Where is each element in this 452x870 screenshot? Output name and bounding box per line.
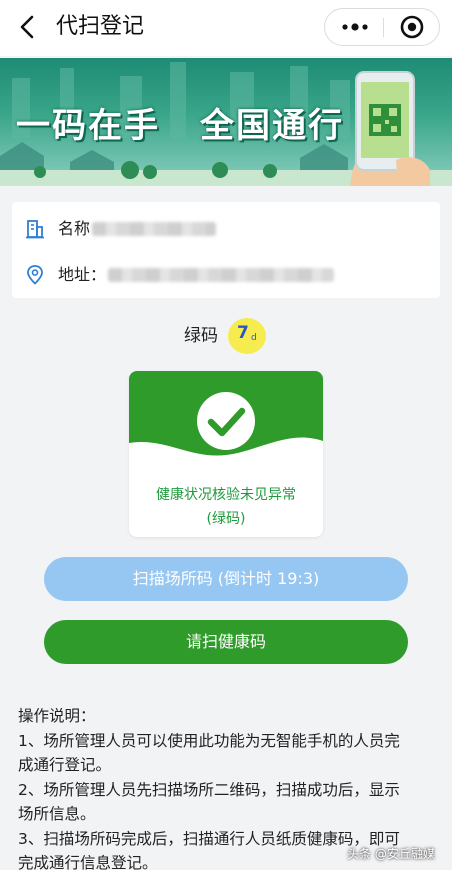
mini-program-capsule: [324, 8, 440, 46]
check-circle-icon: [197, 392, 255, 450]
source-watermark: 头条 @安丘融媒: [347, 847, 435, 861]
venue-address-row: 地址：: [24, 260, 434, 290]
days-badge: 7 d: [228, 318, 266, 354]
promo-banner: 一码在手 全国通行: [0, 58, 452, 186]
venue-name-row: 名称: [24, 214, 434, 244]
banner-slogan-left: 一码在手: [16, 106, 160, 146]
banner-slogan-right: 全国通行: [200, 106, 344, 146]
code-status-label: 绿码: [184, 326, 218, 346]
location-pin-icon: [27, 265, 43, 285]
venue-name-value-redacted: [92, 222, 216, 236]
health-status-subtext: (绿码): [206, 511, 246, 527]
instruction-line: 1、场所管理人员可以使用此功能为无智能手机的人员完: [18, 731, 400, 750]
days-unit: d: [251, 333, 257, 343]
venue-address-label: 地址：: [58, 265, 107, 284]
venue-info-card: 名称 地址：: [12, 202, 440, 298]
health-code-card: 健康状况核验未见异常 (绿码): [129, 371, 323, 537]
chevron-left-icon[interactable]: [14, 12, 42, 42]
instruction-line: 成通行登记。: [18, 756, 112, 774]
venue-address-value-redacted: [108, 268, 334, 282]
nav-bar: 代扫登记: [0, 0, 452, 56]
health-status-text: 健康状况核验未见异常: [156, 487, 296, 503]
instructions-title: 操作说明：: [18, 707, 96, 725]
target-close-icon[interactable]: [395, 13, 429, 41]
building-icon: [26, 220, 44, 239]
scan-health-code-button[interactable]: 请扫健康码: [44, 620, 408, 664]
instruction-line: 2、场所管理人员先扫描场所二维码，扫描成功后，显示: [18, 780, 400, 799]
days-count: 7: [237, 323, 249, 343]
venue-name-label: 名称: [58, 219, 91, 238]
instruction-line: 场所信息。: [18, 805, 96, 823]
scan-place-code-button[interactable]: 扫描场所码 (倒计时 19:3): [44, 557, 408, 601]
page-title: 代扫登记: [56, 14, 145, 39]
capsule-divider: [383, 18, 384, 37]
more-dots-icon[interactable]: [335, 13, 375, 41]
